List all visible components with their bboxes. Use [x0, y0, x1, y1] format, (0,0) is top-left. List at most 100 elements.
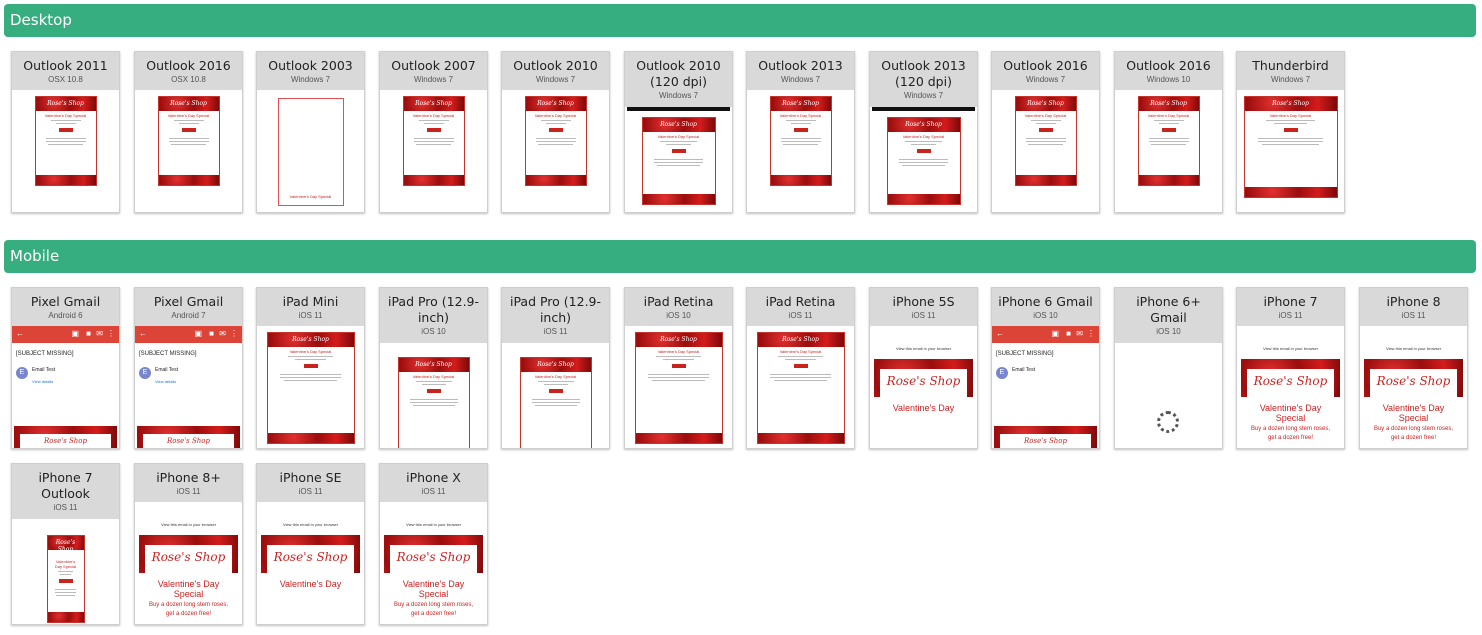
- client-preview-card[interactable]: iPhone 7 iOS 11 View this email in your br…: [1236, 287, 1345, 449]
- preview-logo: Rose's Shop: [44, 437, 87, 445]
- view-details-link: View details: [155, 379, 177, 384]
- client-preview-card[interactable]: Outlook 2013 Windows 7 Rose's Shop Valentin…: [746, 51, 855, 213]
- card-thumbnail[interactable]: Rose's Shop Valentine's Day Special: [870, 107, 977, 212]
- client-preview-card[interactable]: Outlook 2010 (120 dpi) Windows 7 Rose's Sh…: [624, 51, 733, 213]
- client-preview-card[interactable]: iPad Retina iOS 11 Rose's Shop Valentine's …: [746, 287, 855, 449]
- client-preview-card[interactable]: Outlook 2003 Windows 7 Valentine's Day Spe…: [256, 51, 365, 213]
- card-thumbnail[interactable]: [1115, 343, 1222, 448]
- client-preview-card[interactable]: Pixel Gmail Android 6 ← ⋮ ✉ ■ ▣ [SUBJECT MISSIN…: [11, 287, 120, 449]
- card-header: Outlook 2010 (120 dpi) Windows 7: [625, 52, 732, 107]
- card-subtitle: iOS 11: [911, 311, 936, 320]
- card-thumbnail[interactable]: View this email in your browser Rose's Sh…: [1360, 326, 1467, 448]
- card-subtitle: iOS 11: [421, 487, 446, 496]
- trash-icon: ■: [86, 329, 91, 338]
- card-subtitle: iOS 11: [788, 311, 813, 320]
- card-title: iPad Pro (12.9-inch): [387, 294, 480, 325]
- card-thumbnail[interactable]: Rose's Shop Valentine's Day Special: [1237, 90, 1344, 212]
- card-thumbnail[interactable]: ← ⋮ ✉ ■ ▣ [SUBJECT MISSING] E Email Test Rose's …: [992, 326, 1099, 448]
- card-thumbnail[interactable]: Rose's Shop Valentine's Day Special: [502, 90, 609, 212]
- client-preview-card[interactable]: Outlook 2016 OSX 10.8 Rose's Shop Valentine…: [134, 51, 243, 213]
- email-preview: Rose's Shop Valentine's Day Special: [157, 96, 220, 186]
- browser-link: View this email in your browser: [1262, 346, 1319, 351]
- card-subtitle: Windows 7: [658, 91, 699, 100]
- card-header: Outlook 2013 Windows 7: [747, 52, 854, 90]
- preview-headline: Valentine's Day: [892, 403, 955, 413]
- card-header: Outlook 2007 Windows 7: [380, 52, 487, 90]
- client-preview-card[interactable]: iPad Pro (12.9-inch) iOS 11 Rose's Shop Val…: [501, 287, 610, 449]
- card-title: iPhone 6+ Gmail: [1136, 294, 1201, 325]
- client-preview-card[interactable]: Outlook 2007 Windows 7 Rose's Shop Valentin…: [379, 51, 488, 213]
- card-header: iPad Pro (12.9-inch) iOS 10: [380, 288, 487, 343]
- client-preview-card[interactable]: iPad Retina iOS 10 Rose's Shop Valentine's …: [624, 287, 733, 449]
- preview-logo: Rose's Shop: [292, 336, 329, 343]
- card-header: iPhone X iOS 11: [380, 464, 487, 502]
- sender-name: Email Test: [1012, 367, 1035, 373]
- client-preview-card[interactable]: iPhone X iOS 11 View this email in your br…: [379, 463, 488, 625]
- card-subtitle: iOS 10: [666, 311, 691, 320]
- preview-logo: Rose's Shop: [660, 336, 697, 343]
- preview-headline: Valentine's Day Special: [657, 349, 700, 354]
- client-preview-card[interactable]: Outlook 2011 OSX 10.8 Rose's Shop Valentine…: [11, 51, 120, 213]
- client-preview-card[interactable]: iPhone 6+ Gmail iOS 10: [1114, 287, 1223, 449]
- card-title: iPad Mini: [282, 294, 339, 309]
- card-thumbnail[interactable]: View this email in your browser Rose's Sh…: [870, 326, 977, 448]
- card-thumbnail[interactable]: Rose's Shop Valentine's Day Special: [135, 90, 242, 212]
- preview-headline: Valentine's Day Special: [289, 349, 332, 354]
- client-preview-card[interactable]: iPad Pro (12.9-inch) iOS 10 Rose's Shop Val…: [379, 287, 488, 449]
- client-preview-card[interactable]: iPhone SE iOS 11 View this email in your b…: [256, 463, 365, 625]
- card-thumbnail[interactable]: Rose's Shop Valentine's Day Special: [992, 90, 1099, 212]
- client-preview-card[interactable]: Pixel Gmail Android 7 ← ⋮ ✉ ■ ▣ [SUBJECT MISSIN…: [134, 287, 243, 449]
- client-preview-card[interactable]: Outlook 2016 Windows 7 Rose's Shop Valentin…: [991, 51, 1100, 213]
- card-thumbnail[interactable]: ← ⋮ ✉ ■ ▣ [SUBJECT MISSING] E Email Test View de…: [135, 326, 242, 448]
- subject-line: [SUBJECT MISSING]: [16, 351, 74, 357]
- client-preview-card[interactable]: iPhone 7 Outlook iOS 11 Rose's Shop Valenti…: [11, 463, 120, 625]
- card-subtitle: iOS 11: [298, 487, 323, 496]
- preview-logo: Rose's Shop: [782, 336, 819, 343]
- client-preview-card[interactable]: iPhone 6 Gmail iOS 10 ← ⋮ ✉ ■ ▣ [SUBJECT MISSIN…: [991, 287, 1100, 449]
- card-thumbnail[interactable]: ← ⋮ ✉ ■ ▣ [SUBJECT MISSING] E Email Test View de…: [12, 326, 119, 448]
- card-thumbnail[interactable]: Rose's Shop Valentine's Day Special: [380, 343, 487, 448]
- card-header: Outlook 2016 OSX 10.8: [135, 52, 242, 90]
- card-thumbnail[interactable]: Rose's Shop Valentine's Day Special: [12, 519, 119, 624]
- card-title: iPad Retina: [643, 294, 714, 309]
- card-thumbnail[interactable]: Rose's Shop Valentine's Day Special: [502, 343, 609, 448]
- card-thumbnail[interactable]: Rose's Shop Valentine's Day Special: [1115, 90, 1222, 212]
- client-preview-card[interactable]: Outlook 2010 Windows 7 Rose's Shop Valentin…: [501, 51, 610, 213]
- card-thumbnail[interactable]: Rose's Shop Valentine's Day Special: [747, 90, 854, 212]
- card-subtitle: iOS 10: [1033, 311, 1058, 320]
- client-preview-card[interactable]: Thunderbird Windows 7 Rose's Shop Valentine…: [1236, 51, 1345, 213]
- card-subtitle: iOS 11: [53, 503, 78, 512]
- client-preview-card[interactable]: iPhone 5S iOS 11 View this email in your b…: [869, 287, 978, 449]
- client-preview-card[interactable]: iPhone 8 iOS 11 View this email in your br…: [1359, 287, 1468, 449]
- subject-line: [SUBJECT MISSING]: [996, 351, 1054, 357]
- card-header: iPhone 8+ iOS 11: [135, 464, 242, 502]
- card-thumbnail[interactable]: Rose's Shop Valentine's Day Special: [380, 90, 487, 212]
- card-thumbnail[interactable]: View this email in your browser Rose's Sh…: [1237, 326, 1344, 448]
- card-thumbnail[interactable]: Rose's Shop Valentine's Day Special: [625, 326, 732, 448]
- client-preview-card[interactable]: iPhone 8+ iOS 11 View this email in your b…: [134, 463, 243, 625]
- card-thumbnail[interactable]: Rose's Shop Valentine's Day Special: [12, 90, 119, 212]
- subject-line: [SUBJECT MISSING]: [139, 351, 197, 357]
- card-subtitle: Windows 10: [1146, 75, 1191, 84]
- card-title: Outlook 2013: [758, 58, 843, 73]
- loading-spinner-icon: [1157, 411, 1179, 433]
- email-preview: Rose's Shop Valentine's Day Special: [266, 332, 355, 444]
- email-preview: Rose's Shop Valentine's Day Special: [886, 117, 961, 205]
- card-thumbnail[interactable]: Rose's Shop Valentine's Day Special: [747, 326, 854, 448]
- card-thumbnail[interactable]: Valentine's Day Special: [257, 90, 364, 212]
- card-thumbnail[interactable]: View this email in your browser Rose's Sh…: [135, 502, 242, 624]
- client-preview-card[interactable]: Outlook 2013 (120 dpi) Windows 7 Rose's Sh…: [869, 51, 978, 213]
- preview-headline: Valentine's Day Special: [157, 579, 220, 599]
- card-thumbnail[interactable]: Rose's Shop Valentine's Day Special: [625, 107, 732, 212]
- card-title: iPad Retina: [765, 294, 836, 309]
- gmail-toolbar: ← ⋮ ✉ ■ ▣: [135, 326, 242, 343]
- client-preview-card[interactable]: Outlook 2016 Windows 10 Rose's Shop Valenti…: [1114, 51, 1223, 213]
- card-thumbnail[interactable]: View this email in your browser Rose's Sh…: [257, 502, 364, 624]
- client-preview-card[interactable]: iPad Mini iOS 11 Rose's Shop Valentine's Da…: [256, 287, 365, 449]
- card-thumbnail[interactable]: Rose's Shop Valentine's Day Special: [257, 326, 364, 448]
- card-subtitle: iOS 11: [543, 327, 568, 336]
- card-subtitle: iOS 10: [421, 327, 446, 336]
- card-title: iPhone X: [406, 470, 461, 485]
- preview-headline: Valentine's Day Special: [289, 194, 332, 199]
- card-thumbnail[interactable]: View this email in your browser Rose's Sh…: [380, 502, 487, 624]
